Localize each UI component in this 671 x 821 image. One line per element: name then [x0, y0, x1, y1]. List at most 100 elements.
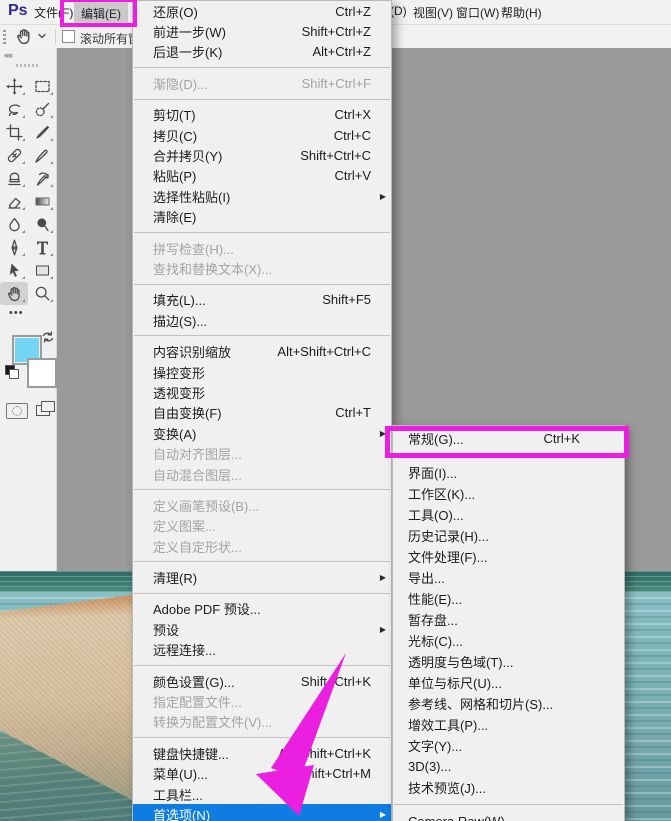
- swap-colors-icon[interactable]: [42, 330, 54, 348]
- menu-item-general[interactable]: 常规(G)...Ctrl+K: [393, 428, 624, 449]
- menu-item-paste-special[interactable]: 选择性粘贴(I)▶: [133, 186, 391, 206]
- menu-item-remote-connections[interactable]: 远程连接...: [133, 640, 391, 660]
- menu-item-shortcut: Ctrl+X: [335, 107, 377, 122]
- type-tool[interactable]: [28, 236, 56, 259]
- menu-item-define-custom-shape[interactable]: 定义自定形状...: [133, 536, 391, 556]
- menubar-item-3d-partial[interactable]: (D): [390, 4, 407, 18]
- menu-item-color-settings[interactable]: 颜色设置(G)...Shift+Ctrl+K: [133, 671, 391, 691]
- collapse-panel-icon[interactable]: ««: [4, 50, 12, 60]
- eraser-tool[interactable]: [0, 190, 28, 213]
- menu-item-history-log[interactable]: 历史记录(H)...: [393, 525, 624, 546]
- panel-grip[interactable]: [16, 64, 40, 67]
- menu-item-free-transform[interactable]: 自由变换(F)Ctrl+T: [133, 403, 391, 423]
- move-tool[interactable]: [0, 75, 28, 98]
- dodge-tool[interactable]: [28, 213, 56, 236]
- quick-mask-mode-button[interactable]: [6, 403, 28, 419]
- submenu-arrow-icon: ▶: [377, 429, 386, 438]
- spot-healing-brush-tool[interactable]: [0, 144, 28, 167]
- menu-item-label: 透视变形: [153, 383, 205, 402]
- menu-item-cut[interactable]: 剪切(T)Ctrl+X: [133, 105, 391, 125]
- menu-item-interface[interactable]: 界面(I)...: [393, 462, 624, 483]
- menu-item-units-rulers[interactable]: 单位与标尺(U)...: [393, 672, 624, 693]
- menu-item-purge[interactable]: 清理(R)▶: [133, 567, 391, 587]
- hand-tool[interactable]: [0, 282, 28, 305]
- menu-item-label: 内容识别缩放: [153, 342, 231, 361]
- menu-item-fade[interactable]: 渐隐(D)...Shift+Ctrl+F: [133, 73, 391, 93]
- menu-item-puppet-warp[interactable]: 操控变形: [133, 362, 391, 382]
- path-selection-tool[interactable]: [0, 259, 28, 282]
- menu-item-step-forward[interactable]: 前进一步(W)Shift+Ctrl+Z: [133, 21, 391, 41]
- clone-stamp-tool[interactable]: [0, 167, 28, 190]
- menu-item-menus[interactable]: 菜单(U)...Alt+Shift+Ctrl+M: [133, 764, 391, 784]
- gradient-tool[interactable]: [28, 190, 56, 213]
- menu-item-technology-previews[interactable]: 技术预览(J)...: [393, 777, 624, 798]
- menu-item-camera-raw[interactable]: Camera Raw(W)...: [393, 811, 624, 821]
- menu-item-adobe-pdf-presets[interactable]: Adobe PDF 预设...: [133, 599, 391, 619]
- menu-item-define-pattern[interactable]: 定义图案...: [133, 516, 391, 536]
- default-colors-icon[interactable]: [5, 365, 19, 379]
- menubar-item-help[interactable]: 帮助(H): [501, 4, 542, 21]
- menu-item-cursors[interactable]: 光标(C)...: [393, 630, 624, 651]
- menu-item-label: 技术预览(J)...: [408, 778, 486, 797]
- menu-item-preferences[interactable]: 首选项(N)▶: [133, 804, 391, 821]
- quick-selection-tool[interactable]: [28, 98, 56, 121]
- menubar-item-view[interactable]: 视图(V): [413, 4, 453, 21]
- menu-item-undo[interactable]: 还原(O)Ctrl+Z: [133, 1, 391, 21]
- menu-item-copy-merged[interactable]: 合并拷贝(Y)Shift+Ctrl+C: [133, 145, 391, 165]
- background-color-swatch[interactable]: [27, 358, 57, 388]
- menu-item-plugins[interactable]: 增效工具(P)...: [393, 714, 624, 735]
- menu-item-export[interactable]: 导出...: [393, 567, 624, 588]
- options-bar-grip[interactable]: [3, 30, 6, 44]
- menu-item-transform[interactable]: 变换(A)▶: [133, 423, 391, 443]
- menu-item-transparency-gamut[interactable]: 透明度与色域(T)...: [393, 651, 624, 672]
- menu-item-clear[interactable]: 清除(E): [133, 207, 391, 227]
- history-brush-tool[interactable]: [28, 167, 56, 190]
- menu-item-scratch-disks[interactable]: 暂存盘...: [393, 609, 624, 630]
- hand-tool-icon[interactable]: [15, 27, 33, 50]
- menu-item-paste[interactable]: 粘贴(P)Ctrl+V: [133, 166, 391, 186]
- menubar-item-window[interactable]: 窗口(W): [456, 4, 499, 21]
- lasso-tool[interactable]: [0, 98, 28, 121]
- menu-item-workspace[interactable]: 工作区(K)...: [393, 483, 624, 504]
- zoom-tool[interactable]: [28, 282, 56, 305]
- menu-item-toolbar[interactable]: 工具栏...: [133, 784, 391, 804]
- menu-item-assign-profile[interactable]: 指定配置文件...: [133, 691, 391, 711]
- scroll-all-windows-checkbox[interactable]: [62, 30, 75, 43]
- menubar-item-edit[interactable]: 编辑(E): [74, 2, 128, 25]
- menu-item-step-backward[interactable]: 后退一步(K)Alt+Ctrl+Z: [133, 42, 391, 62]
- menu-item-label: 清理(R): [153, 568, 197, 587]
- menu-item-define-brush-preset[interactable]: 定义画笔预设(B)...: [133, 495, 391, 515]
- menu-item-perspective-warp[interactable]: 透视变形: [133, 382, 391, 402]
- menu-item-fill[interactable]: 填充(L)...Shift+F5: [133, 290, 391, 310]
- menu-item-convert-to-profile[interactable]: 转换为配置文件(V)...: [133, 712, 391, 732]
- menu-item-check-spelling[interactable]: 拼写检查(H)...: [133, 238, 391, 258]
- eyedropper-tool[interactable]: [28, 121, 56, 144]
- menu-item-type[interactable]: 文字(Y)...: [393, 735, 624, 756]
- rectangle-tool[interactable]: [28, 259, 56, 282]
- menu-item-copy[interactable]: 拷贝(C)Ctrl+C: [133, 125, 391, 145]
- screen-mode-button[interactable]: [36, 401, 54, 417]
- menu-item-label: 预设: [153, 620, 179, 639]
- menu-item-auto-align-layers[interactable]: 自动对齐图层...: [133, 443, 391, 463]
- menu-item-3d[interactable]: 3D(3)...: [393, 756, 624, 777]
- menu-item-file-handling[interactable]: 文件处理(F)...: [393, 546, 624, 567]
- menu-item-stroke[interactable]: 描边(S)...: [133, 310, 391, 330]
- pen-tool[interactable]: [0, 236, 28, 259]
- brush-tool[interactable]: [28, 144, 56, 167]
- menu-item-tools[interactable]: 工具(O)...: [393, 504, 624, 525]
- menu-item-auto-blend-layers[interactable]: 自动混合图层...: [133, 464, 391, 484]
- menu-item-presets[interactable]: 预设▶: [133, 619, 391, 639]
- blur-tool[interactable]: [0, 213, 28, 236]
- menu-item-label: 文件处理(F)...: [408, 547, 487, 566]
- menu-item-guides-grid-slices[interactable]: 参考线、网格和切片(S)...: [393, 693, 624, 714]
- menu-item-keyboard-shortcuts[interactable]: 键盘快捷键...Alt+Shift+Ctrl+K: [133, 743, 391, 763]
- menu-item-label: 暂存盘...: [408, 610, 458, 629]
- rectangular-marquee-tool[interactable]: [28, 75, 56, 98]
- chevron-down-icon[interactable]: [38, 33, 45, 40]
- edit-toolbar-icon[interactable]: •••: [9, 307, 24, 319]
- menu-item-performance[interactable]: 性能(E)...: [393, 588, 624, 609]
- menu-item-content-aware-scale[interactable]: 内容识别缩放Alt+Shift+Ctrl+C: [133, 341, 391, 361]
- menu-item-find-replace-text[interactable]: 查找和替换文本(X)...: [133, 258, 391, 278]
- crop-tool[interactable]: [0, 121, 28, 144]
- menubar-item-file[interactable]: 文件(F): [34, 4, 73, 21]
